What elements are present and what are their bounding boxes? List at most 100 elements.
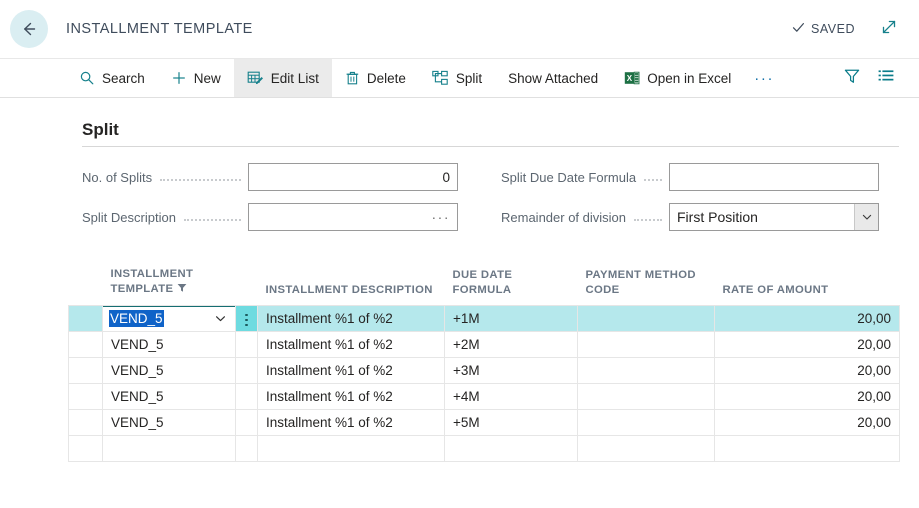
select-remainder-of-division[interactable]: First Position (669, 203, 879, 231)
toolbar-list-view-button[interactable] (869, 59, 903, 97)
cell-due-date-formula[interactable]: +1M (445, 306, 578, 332)
header-right-actions: SAVED (791, 17, 919, 42)
trash-icon (345, 70, 360, 86)
cell-row-menu[interactable] (236, 410, 258, 436)
th-row-menu (236, 267, 258, 306)
toolbar-button-open-in-excel[interactable]: X Open in Excel (611, 59, 744, 97)
chevron-down-icon[interactable] (854, 204, 878, 230)
cell-row-menu[interactable] (236, 306, 258, 332)
toolbar-button-split[interactable]: Split (419, 59, 495, 97)
toolbar-more-button[interactable]: ··· (744, 59, 784, 97)
th-installment-template[interactable]: INSTALLMENT TEMPLATE (103, 267, 236, 306)
cell-due-date-formula[interactable]: +5M (445, 410, 578, 436)
cell-rate-of-amount[interactable]: 20,00 (715, 384, 900, 410)
row-gutter[interactable] (69, 358, 103, 384)
cell-installment-template[interactable] (103, 436, 236, 462)
cell-due-date-formula[interactable]: +3M (445, 358, 578, 384)
cell-due-date-formula[interactable] (445, 436, 578, 462)
toolbar-label-open-in-excel: Open in Excel (647, 71, 731, 86)
cell-rate-of-amount[interactable]: 20,00 (715, 306, 900, 332)
cell-payment-method-code[interactable] (578, 306, 715, 332)
search-icon (79, 70, 95, 86)
th-rate-of-amount[interactable]: RATE OF AMOUNT (715, 267, 900, 306)
cell-installment-description[interactable]: Installment %1 of %2 (258, 410, 445, 436)
cell-rate-of-amount[interactable]: 20,00 (715, 358, 900, 384)
label-split-description: Split Description (82, 210, 176, 225)
toolbar-button-edit-list[interactable]: Edit List (234, 59, 332, 97)
back-button[interactable] (10, 10, 48, 48)
input-no-of-splits[interactable]: 0 (248, 163, 458, 191)
cell-installment-description[interactable] (258, 436, 445, 462)
cell-payment-method-code[interactable] (578, 436, 715, 462)
cell-installment-description[interactable]: Installment %1 of %2 (258, 306, 445, 332)
th-due-date-formula-label: DUE DATE FORMULA (453, 269, 513, 296)
table-body: VEND_5 Installment %1 of %2 +1M (69, 306, 900, 462)
cell-rate-of-amount[interactable]: 20,00 (715, 332, 900, 358)
split-icon (432, 70, 449, 86)
cell-due-date-formula[interactable]: +4M (445, 384, 578, 410)
expand-button[interactable] (879, 17, 899, 42)
field-no-of-splits: No. of Splits 0 (82, 163, 458, 191)
row-gutter[interactable] (69, 384, 103, 410)
table-row[interactable]: VEND_5 Installment %1 of %2 +5M 20,00 (69, 410, 900, 436)
input-split-description[interactable]: ··· (248, 203, 458, 231)
inline-editor-installment-template[interactable]: VEND_5 (103, 306, 236, 332)
row-gutter[interactable] (69, 332, 103, 358)
page-title: INSTALLMENT TEMPLATE (66, 21, 253, 37)
toolbar-button-search[interactable]: Search (66, 59, 158, 97)
cell-payment-method-code[interactable] (578, 410, 715, 436)
assist-edit-icon[interactable]: ··· (432, 209, 451, 225)
table-row[interactable]: VEND_5 Installment %1 of %2 +4M 20,00 (69, 384, 900, 410)
funnel-icon (843, 67, 861, 90)
toolbar-label-search: Search (102, 71, 145, 86)
table-row[interactable]: VEND_5 Installment %1 of %2 +2M 20,00 (69, 332, 900, 358)
label-leader-dots (634, 209, 662, 221)
input-no-of-splits-value: 0 (442, 170, 450, 185)
page-content: Split No. of Splits 0 Split Description … (0, 120, 919, 462)
row-gutter[interactable] (69, 410, 103, 436)
cell-payment-method-code[interactable] (578, 358, 715, 384)
vertical-ellipsis-icon[interactable] (245, 308, 248, 332)
cell-row-menu[interactable] (236, 332, 258, 358)
cell-payment-method-code[interactable] (578, 332, 715, 358)
input-split-due-date-formula[interactable] (669, 163, 879, 191)
cell-installment-template[interactable]: VEND_5 (103, 306, 236, 332)
cell-installment-template[interactable]: VEND_5 (103, 332, 236, 358)
cell-installment-description[interactable]: Installment %1 of %2 (258, 332, 445, 358)
cell-rate-of-amount[interactable]: 20,00 (715, 410, 900, 436)
cell-rate-of-amount[interactable] (715, 436, 900, 462)
select-remainder-of-division-value: First Position (677, 209, 854, 225)
toolbar-button-show-attached[interactable]: Show Attached (495, 59, 611, 97)
th-installment-description[interactable]: INSTALLMENT DESCRIPTION (258, 267, 445, 306)
cell-payment-method-code[interactable] (578, 384, 715, 410)
toolbar-button-new[interactable]: New (158, 59, 234, 97)
cell-installment-template[interactable]: VEND_5 (103, 410, 236, 436)
label-leader-dots (644, 169, 662, 181)
cell-row-menu[interactable] (236, 358, 258, 384)
table-row[interactable] (69, 436, 900, 462)
row-gutter[interactable] (69, 436, 103, 462)
cell-row-menu[interactable] (236, 436, 258, 462)
table-row[interactable]: VEND_5 Installment %1 of %2 +3M 20,00 (69, 358, 900, 384)
cell-installment-description[interactable]: Installment %1 of %2 (258, 384, 445, 410)
table-row[interactable]: VEND_5 Installment %1 of %2 +1M (69, 306, 900, 332)
toolbar-filter-button[interactable] (835, 59, 869, 97)
toolbar-button-delete[interactable]: Delete (332, 59, 419, 97)
chevron-down-icon[interactable] (214, 312, 227, 325)
cell-installment-template[interactable]: VEND_5 (103, 384, 236, 410)
cell-row-menu[interactable] (236, 384, 258, 410)
funnel-filter-icon[interactable] (177, 283, 187, 298)
svg-text:X: X (627, 74, 633, 83)
th-payment-method-code[interactable]: PAYMENT METHOD CODE (578, 267, 715, 306)
toolbar-label-edit-list: Edit List (271, 71, 319, 86)
list-view-icon (877, 67, 895, 90)
th-payment-method-code-label: PAYMENT METHOD CODE (586, 269, 696, 296)
cell-due-date-formula[interactable]: +2M (445, 332, 578, 358)
row-gutter[interactable] (69, 306, 103, 332)
th-due-date-formula[interactable]: DUE DATE FORMULA (445, 267, 578, 306)
cell-installment-description[interactable]: Installment %1 of %2 (258, 358, 445, 384)
saved-status-label: SAVED (811, 22, 855, 36)
cell-installment-template[interactable]: VEND_5 (103, 358, 236, 384)
field-split-description: Split Description ··· (82, 203, 458, 231)
label-remainder-of-division: Remainder of division (501, 210, 626, 225)
